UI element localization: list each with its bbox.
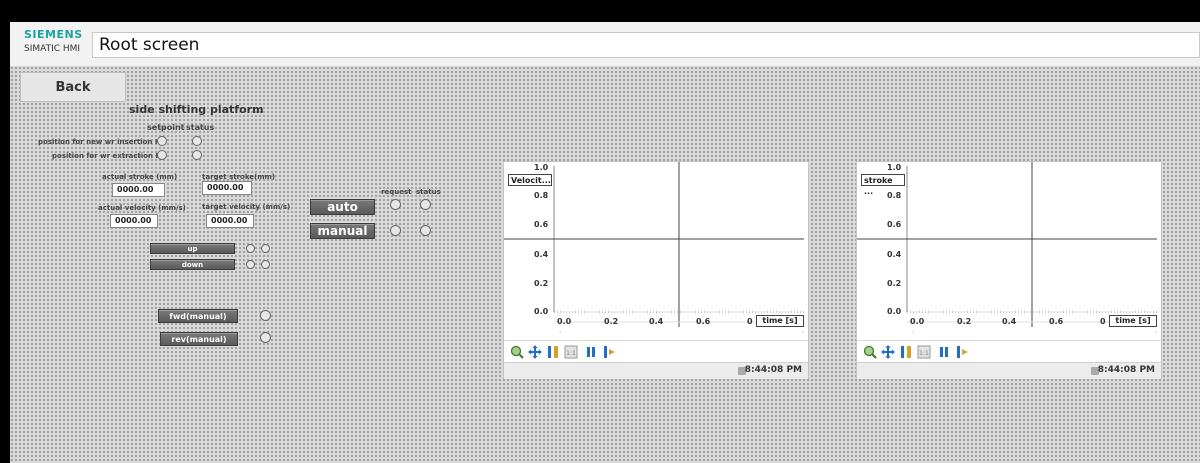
x-tick: 0.4 <box>1002 317 1017 326</box>
row-label-insertion: position for new wr insertion H1 <box>38 138 166 146</box>
up-request-indicator <box>246 244 255 253</box>
trend-time: 8:44:08 PM <box>1097 365 1155 375</box>
x-tick: 0.6 <box>696 317 711 326</box>
actual-stroke-label: actual stroke (mm) <box>102 173 178 181</box>
header-bar: SIEMENS SIMATIC HMI Root screen <box>10 22 1200 66</box>
x-tick: 0 <box>1100 317 1106 326</box>
trend-plot-area: › ‹ <box>504 162 804 336</box>
x-tick: 0.0 <box>910 317 925 326</box>
product-label: SIMATIC HMI <box>24 44 81 54</box>
actual-velocity-label: actual velocity (mm/s) <box>98 204 186 212</box>
trend-statusbar: 8:44:08 PM <box>857 362 1161 379</box>
target-velocity-input[interactable]: 0000.00 <box>206 214 254 228</box>
scroll-right-arrow: › <box>802 329 804 336</box>
trend-statusbar: 8:44:08 PM <box>504 362 808 379</box>
down-request-indicator <box>246 260 255 269</box>
move-icon[interactable] <box>881 345 895 359</box>
target-stroke-label: target stroke(mm) <box>202 173 276 181</box>
x-tick: 0.2 <box>604 317 619 326</box>
manual-button[interactable]: manual <box>310 223 375 239</box>
setpoint-indicator-extraction[interactable] <box>157 150 167 160</box>
auto-request-indicator <box>390 199 401 210</box>
siemens-logo: SIEMENS <box>24 28 83 41</box>
down-button[interactable]: down <box>150 259 235 270</box>
section-title: side shifting platform <box>129 103 264 116</box>
ruler-vertical-icon[interactable] <box>899 345 913 359</box>
trend-view-velocity[interactable]: › ‹ Velocit... 1.0 0.8 0.6 0.4 0.2 0.0 0… <box>503 161 809 379</box>
svg-text:1:1: 1:1 <box>566 350 576 357</box>
manual-status-indicator <box>420 225 431 236</box>
trend-plot-area: › ‹ <box>857 162 1157 336</box>
zoom-100-icon[interactable]: 1:1 <box>917 345 931 359</box>
ruler-vertical-icon[interactable] <box>546 345 560 359</box>
y-tick: 0.6 <box>534 220 549 229</box>
x-tick: 0 <box>747 317 753 326</box>
ruler-scroll-icon[interactable] <box>602 345 616 359</box>
y-tick: 0.4 <box>887 250 902 259</box>
up-status-indicator <box>261 244 270 253</box>
down-status-indicator <box>261 260 270 269</box>
trend-view-stroke[interactable]: › ‹ stroke ... 1.0 0.8 0.6 0.4 0.2 0.0 0… <box>856 161 1162 379</box>
y-tick: 0.8 <box>534 191 549 200</box>
back-button[interactable]: Back <box>20 72 126 102</box>
target-velocity-label: target velocity (mm/s) <box>202 203 291 211</box>
zoom-icon[interactable] <box>510 345 524 359</box>
fwd-status-indicator <box>260 310 271 321</box>
status-indicator-extraction <box>192 150 202 160</box>
status-column-label: status <box>186 123 215 132</box>
screen-title: Root screen <box>92 32 1200 58</box>
trend-toolbar: 1:1 <box>504 340 808 363</box>
hmi-screen: SIEMENS SIMATIC HMI Root screen Back sid… <box>10 22 1200 463</box>
actual-velocity-value: 0000.00 <box>110 214 158 228</box>
setpoint-indicator-insertion[interactable] <box>157 136 167 146</box>
x-axis-label: time [s] <box>1109 315 1157 327</box>
y-tick: 0.0 <box>534 307 549 316</box>
scroll-right-arrow: › <box>1155 329 1157 336</box>
target-stroke-input[interactable]: 0000.00 <box>202 181 252 195</box>
x-axis-label: time [s] <box>756 315 804 327</box>
rev-status-indicator <box>260 332 271 343</box>
move-icon[interactable] <box>528 345 542 359</box>
y-tick: 1.0 <box>534 163 549 172</box>
svg-text:1:1: 1:1 <box>919 350 929 357</box>
x-tick: 0.4 <box>649 317 664 326</box>
pause-icon[interactable] <box>584 345 598 359</box>
trend-toolbar: 1:1 <box>857 340 1161 363</box>
status-indicator-insertion <box>192 136 202 146</box>
mode-status-column-label: status <box>416 188 441 196</box>
row-label-extraction: position for wr extraction H8 <box>52 152 167 160</box>
manual-request-indicator <box>390 225 401 236</box>
auto-status-indicator <box>420 199 431 210</box>
scroll-left-arrow: ‹ <box>559 329 561 336</box>
x-tick: 0.0 <box>557 317 572 326</box>
setpoint-column-label: setpoint <box>147 123 185 132</box>
request-column-label: request <box>381 188 412 196</box>
trend-legend[interactable]: Velocit... <box>508 174 552 186</box>
y-tick: 0.0 <box>887 307 902 316</box>
trend-time: 8:44:08 PM <box>744 365 802 375</box>
actual-stroke-value: 0000.00 <box>112 183 165 197</box>
zoom-100-icon[interactable]: 1:1 <box>564 345 578 359</box>
zoom-icon[interactable] <box>863 345 877 359</box>
scroll-left-arrow: ‹ <box>912 329 914 336</box>
y-tick: 0.4 <box>534 250 549 259</box>
ruler-scroll-icon[interactable] <box>955 345 969 359</box>
y-tick: 0.8 <box>887 191 902 200</box>
trend-legend[interactable]: stroke ... <box>861 174 905 196</box>
fwd-manual-button[interactable]: fwd(manual) <box>158 309 238 323</box>
pause-icon[interactable] <box>937 345 951 359</box>
y-tick: 1.0 <box>887 163 902 172</box>
up-button[interactable]: up <box>150 243 235 254</box>
y-tick: 0.2 <box>534 279 549 288</box>
x-tick: 0.6 <box>1049 317 1064 326</box>
y-tick: 0.2 <box>887 279 902 288</box>
rev-manual-button[interactable]: rev(manual) <box>160 332 238 346</box>
x-tick: 0.2 <box>957 317 972 326</box>
auto-button[interactable]: auto <box>310 199 375 215</box>
y-tick: 0.6 <box>887 220 902 229</box>
